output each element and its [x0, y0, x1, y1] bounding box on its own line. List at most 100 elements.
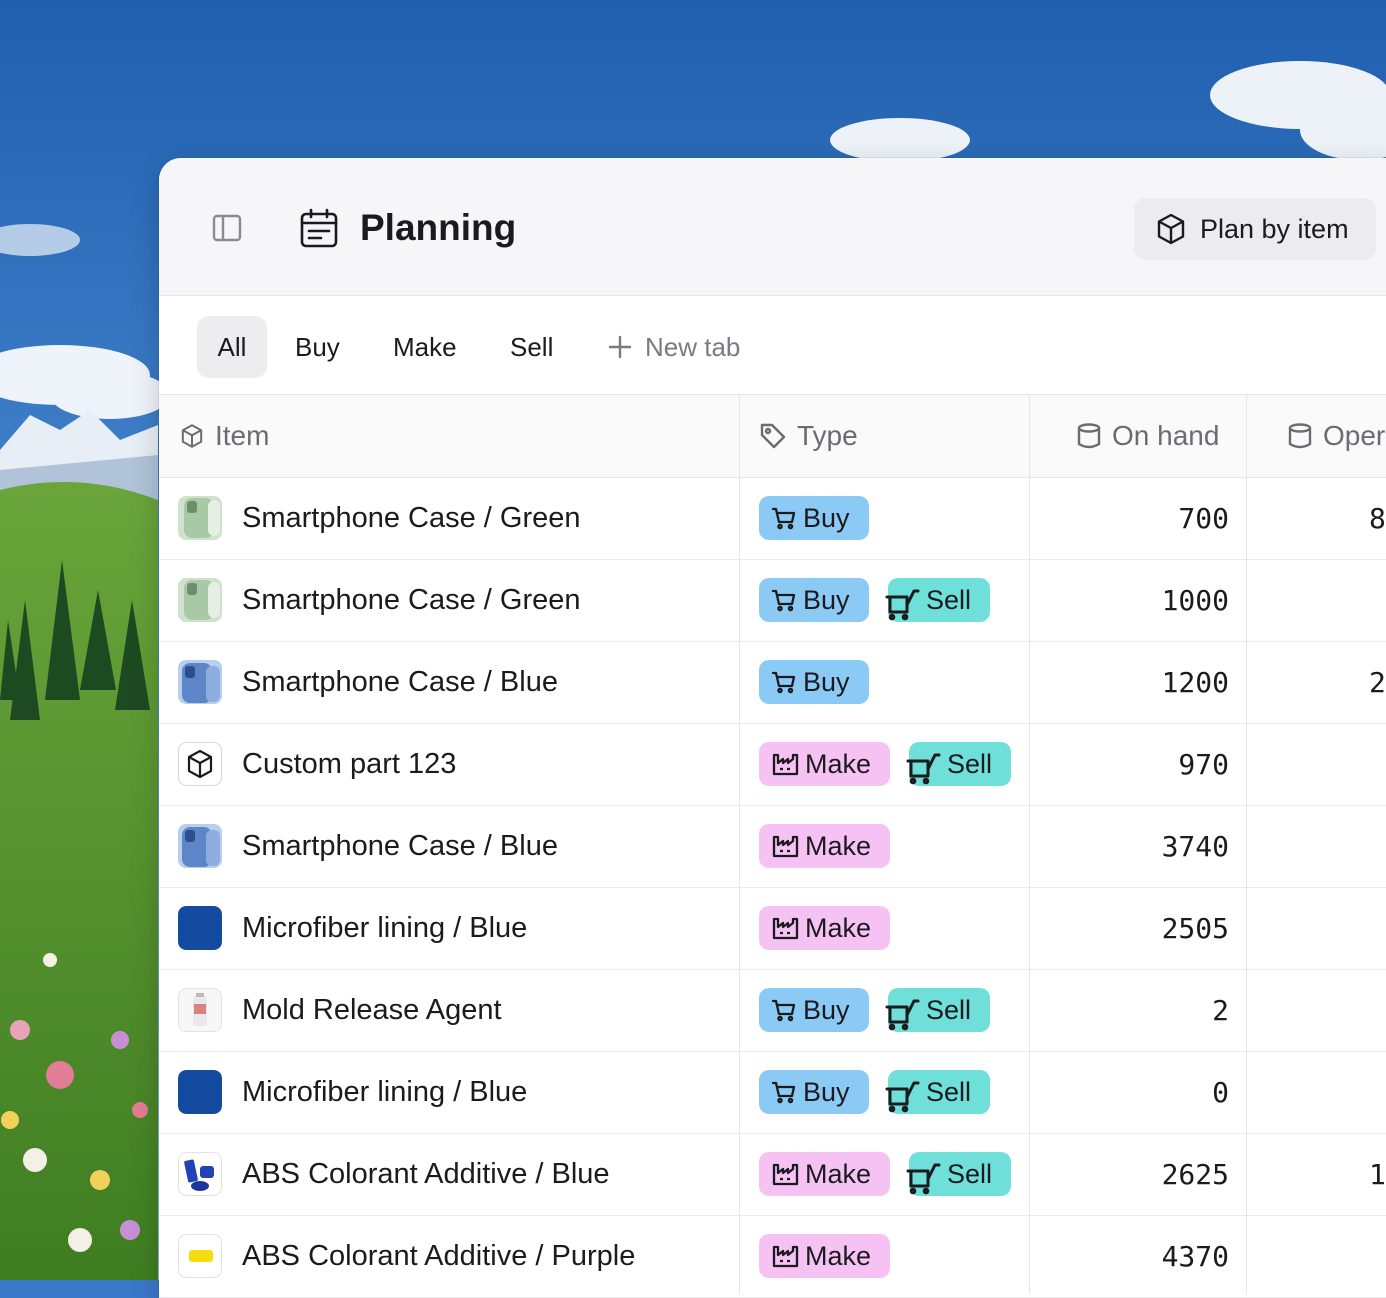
on-hand-value: 4370: [1161, 1240, 1229, 1273]
dolly-icon: [884, 995, 920, 1031]
type-badge-buy[interactable]: Buy: [759, 578, 869, 622]
cube-icon: [1154, 212, 1188, 246]
planning-window: Planning Plan by item All Buy Make Sell: [159, 158, 1386, 1298]
open-value: 8: [1369, 502, 1386, 535]
table-row[interactable]: Smartphone Case / Blue Make 3740: [159, 806, 1386, 888]
item-name: Smartphone Case / Green: [242, 502, 581, 534]
table-row[interactable]: Custom part 123 Make Sell 970: [159, 724, 1386, 806]
type-badge-label: Buy: [803, 994, 850, 1025]
cart-icon: [771, 587, 797, 613]
item-name: Smartphone Case / Blue: [242, 666, 558, 698]
table-row[interactable]: Microfiber lining / Blue Make 2505: [159, 888, 1386, 970]
factory-icon: [771, 915, 799, 941]
new-tab-button[interactable]: New tab: [607, 316, 740, 378]
type-badge-label: Sell: [926, 1076, 972, 1107]
type-badge-label: Sell: [947, 748, 993, 779]
open-value: 1: [1369, 1158, 1386, 1191]
item-name: Microfiber lining / Blue: [242, 912, 528, 944]
table-row[interactable]: Smartphone Case / Blue Buy 1200 2: [159, 642, 1386, 724]
page-title: Planning: [360, 207, 517, 248]
table-row[interactable]: Smartphone Case / Green Buy Sell 1000: [159, 560, 1386, 642]
type-badge-label: Sell: [947, 1158, 993, 1189]
bottle-thumbnail: [178, 988, 222, 1032]
type-badge-label: Make: [805, 830, 872, 861]
item-name: Microfiber lining / Blue: [242, 1076, 528, 1108]
type-badge-sell[interactable]: Sell: [906, 742, 1011, 786]
on-hand-value: 3740: [1161, 830, 1229, 863]
type-badge-sell[interactable]: Sell: [885, 1070, 990, 1114]
plus-icon: [607, 334, 633, 360]
item-name: Mold Release Agent: [242, 994, 502, 1026]
type-badge-buy[interactable]: Buy: [759, 496, 869, 540]
green-case-thumbnail: [178, 496, 222, 540]
column-open-label: Oper: [1323, 420, 1386, 451]
new-tab-label: New tab: [645, 332, 741, 362]
plan-by-item-button[interactable]: Plan by item: [1134, 198, 1376, 260]
factory-icon: [771, 751, 799, 777]
factory-icon: [771, 833, 799, 859]
table-row[interactable]: Mold Release Agent Buy Sell 2: [159, 970, 1386, 1052]
table-body: Smartphone Case / Green Buy 700 8 Smartphone…: [159, 478, 1386, 1298]
type-badge-label: Make: [805, 1240, 872, 1271]
database-icon: [1287, 422, 1313, 450]
type-badge-buy[interactable]: Buy: [759, 988, 869, 1032]
item-name: ABS Colorant Additive / Blue: [242, 1158, 610, 1190]
column-type[interactable]: Type: [759, 395, 858, 477]
type-badge-buy[interactable]: Buy: [759, 660, 869, 704]
column-item-label: Item: [215, 420, 270, 451]
on-hand-value: 1200: [1161, 666, 1229, 699]
item-name: ABS Colorant Additive / Purple: [242, 1240, 636, 1272]
type-badge-label: Buy: [803, 584, 850, 615]
blue-case-thumbnail: [178, 660, 222, 704]
cart-icon: [771, 669, 797, 695]
table-row[interactable]: Smartphone Case / Green Buy 700 8: [159, 478, 1386, 560]
type-badge-make[interactable]: Make: [759, 1152, 890, 1196]
table-header: Item Type On hand Oper: [159, 394, 1386, 478]
dolly-icon: [905, 1159, 941, 1195]
type-badge-sell[interactable]: Sell: [906, 1152, 1011, 1196]
tab-make[interactable]: Make: [393, 316, 457, 378]
on-hand-value: 2: [1212, 994, 1229, 1027]
cube-icon: [179, 423, 205, 449]
plan-by-item-label: Plan by item: [1200, 213, 1349, 244]
type-badge-sell[interactable]: Sell: [885, 988, 990, 1032]
item-name: Smartphone Case / Green: [242, 584, 581, 616]
type-badge-label: Make: [805, 912, 872, 943]
type-badge-label: Sell: [926, 994, 972, 1025]
on-hand-value: 700: [1178, 502, 1229, 535]
type-badge-sell[interactable]: Sell: [885, 578, 990, 622]
factory-icon: [771, 1161, 799, 1187]
on-hand-value: 1000: [1161, 584, 1229, 617]
type-badge-make[interactable]: Make: [759, 824, 890, 868]
column-open[interactable]: Oper: [1287, 395, 1385, 477]
cart-icon: [771, 505, 797, 531]
column-divider: [1029, 394, 1030, 1294]
tab-all[interactable]: All: [197, 316, 267, 378]
page-header: Planning Plan by item: [159, 158, 1386, 296]
type-badge-make[interactable]: Make: [759, 906, 890, 950]
sidebar-toggle-icon[interactable]: [209, 210, 245, 246]
column-item[interactable]: Item: [179, 395, 269, 477]
blue-square-thumbnail: [178, 1070, 222, 1114]
green-case-thumbnail: [178, 578, 222, 622]
column-on-hand-label: On hand: [1112, 420, 1220, 451]
column-type-label: Type: [797, 420, 858, 451]
type-badge-label: Sell: [926, 584, 972, 615]
column-on-hand[interactable]: On hand: [1076, 395, 1219, 477]
table-row[interactable]: ABS Colorant Additive / Blue Make Sell 2625…: [159, 1134, 1386, 1216]
open-value: 2: [1369, 666, 1386, 699]
tab-bar: All Buy Make Sell New tab: [159, 296, 1386, 394]
blue-case-thumbnail: [178, 824, 222, 868]
tab-buy[interactable]: Buy: [295, 316, 340, 378]
table-row[interactable]: ABS Colorant Additive / Purple Make 4370: [159, 1216, 1386, 1298]
on-hand-value: 2625: [1161, 1158, 1229, 1191]
cube-thumbnail: [178, 742, 222, 786]
type-badge-label: Buy: [803, 666, 850, 697]
table-row[interactable]: Microfiber lining / Blue Buy Sell 0: [159, 1052, 1386, 1134]
type-badge-make[interactable]: Make: [759, 1234, 890, 1278]
tag-icon: [759, 422, 787, 450]
type-badge-buy[interactable]: Buy: [759, 1070, 869, 1114]
type-badge-make[interactable]: Make: [759, 742, 890, 786]
tab-sell[interactable]: Sell: [510, 316, 553, 378]
cart-icon: [771, 1079, 797, 1105]
